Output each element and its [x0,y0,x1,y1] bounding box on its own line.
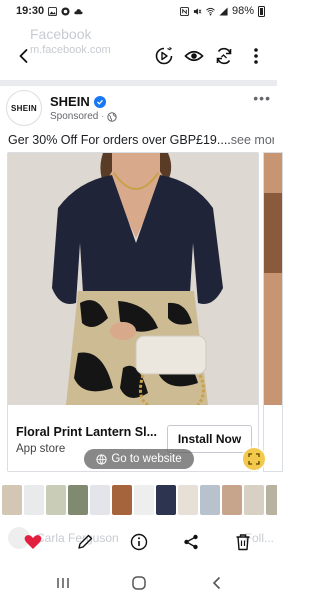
home-button[interactable] [130,574,148,592]
card-title[interactable]: Floral Print Lantern Sl... [16,425,157,439]
carousel-card[interactable]: Floral Print Lantern Sl... App store Ins… [7,152,259,472]
speech-play-icon [155,47,173,65]
go-to-website-button[interactable]: Go to website [84,449,194,469]
battery-icon [258,5,265,17]
thumbnail[interactable] [68,485,88,515]
wifi-icon [206,7,215,15]
thumbnail[interactable] [222,485,242,515]
more-vertical-icon [254,48,258,64]
thumbnail[interactable] [2,485,22,515]
thumbnail[interactable] [156,485,176,515]
next-carousel-card[interactable] [263,152,283,472]
cloud-icon [74,8,83,14]
gallery-icon [48,6,58,16]
post-header: SHEIN SHEIN Sponsored · ••• [0,86,277,130]
page-name: SHEIN [50,94,90,109]
system-nav-bar [0,566,277,600]
nfc-icon [179,6,189,16]
page-name-link[interactable]: SHEIN [50,94,106,109]
globe-icon [107,111,117,122]
like-button[interactable] [22,531,44,553]
chevron-left-icon [212,576,221,590]
go-to-website-label: Go to website [111,453,182,465]
thumbnail[interactable] [46,485,66,515]
arrow-left-icon [19,49,28,63]
product-image [8,153,258,405]
edit-button[interactable] [74,531,96,553]
heart-icon [24,535,42,549]
recent-apps-icon [57,578,69,588]
thumbnail[interactable] [266,485,277,515]
refresh-button[interactable] [212,44,236,68]
sponsored-label: Sponsored · [50,111,117,122]
thumbnail[interactable] [90,485,110,515]
product-photo[interactable] [8,153,258,405]
thumbnail[interactable] [244,485,264,515]
next-card-image [264,153,282,471]
thumbnail[interactable] [112,485,132,515]
trash-icon [236,534,250,551]
avatar[interactable]: SHEIN [6,90,42,126]
thumbnail-strip [0,485,277,515]
eye-icon [184,50,204,62]
status-bar: 19:30 98% [0,0,277,22]
post-text: Ger 30% Off For orders over GBP£19....se… [8,133,274,147]
info-button[interactable] [128,531,150,553]
scan-icon [248,453,260,465]
post-more-button[interactable]: ••• [253,90,271,106]
thumbnail[interactable] [178,485,198,515]
visual-search-button[interactable] [243,448,265,470]
status-time: 19:30 [16,5,45,17]
see-more-link[interactable]: see more [231,133,274,147]
back-button[interactable] [12,44,36,68]
thumbnail[interactable] [24,485,44,515]
sponsored-text: Sponsored [50,111,99,122]
info-icon [130,533,148,551]
thumbnail[interactable] [200,485,220,515]
share-button[interactable] [180,531,202,553]
more-options-button[interactable] [244,44,268,68]
battery-percent: 98% [231,5,254,17]
view-button[interactable] [182,44,206,68]
refresh-icon [216,47,232,65]
thumbnail[interactable] [134,485,154,515]
signal-icon [219,6,228,16]
mute-icon [193,7,202,15]
pencil-icon [78,534,93,549]
card-subtitle: App store [16,443,66,455]
share-icon [184,534,198,550]
nav-back-button[interactable] [208,574,226,592]
read-aloud-button[interactable] [152,44,176,68]
screenshot-actions-bar [0,527,277,557]
home-icon [132,576,146,590]
delete-button[interactable] [232,531,254,553]
verified-badge-icon [93,95,106,108]
post-body: Ger 30% Off For orders over GBP£19.... [8,133,231,147]
recent-apps-button[interactable] [54,574,72,592]
globe-icon [96,453,107,465]
browser-toolbar [0,36,277,76]
app-notification-icon [61,6,70,16]
